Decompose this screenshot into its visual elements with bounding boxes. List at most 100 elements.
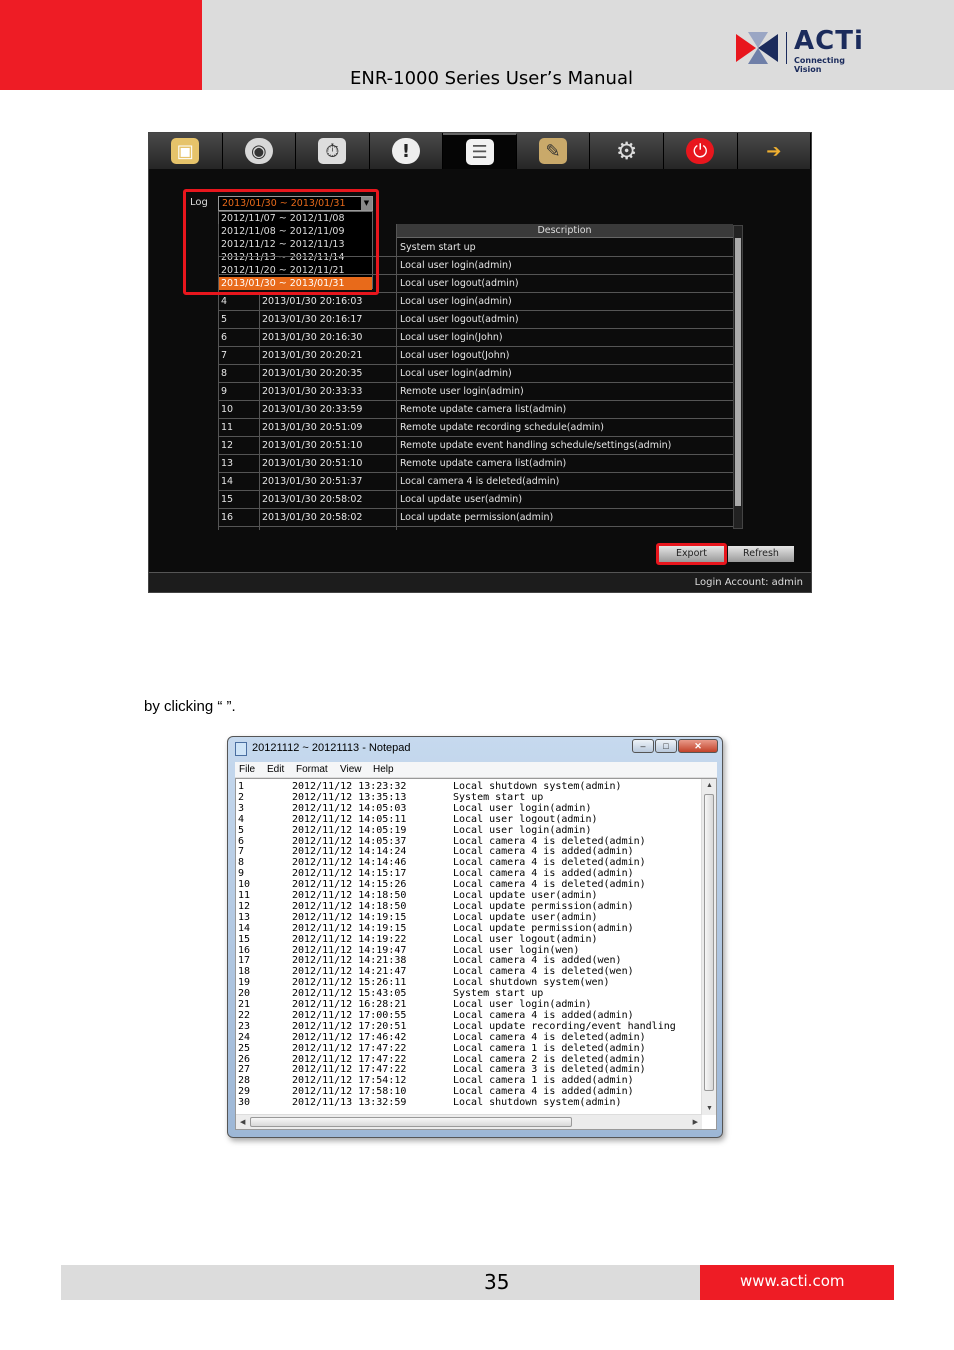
logo-separator [786,32,787,64]
minimize-button[interactable]: – [632,739,654,753]
line-time: 2012/11/12 14:14:46 [292,857,407,869]
tab-log[interactable]: ☰ [443,133,517,169]
vertical-scrollbar[interactable]: ▲ ▼ [701,779,716,1115]
menu-view[interactable]: View [340,764,362,775]
line-time: 2012/11/12 17:46:42 [292,1031,407,1043]
line-number: 13 [238,911,251,923]
scroll-thumb[interactable] [735,238,741,506]
scroll-down-icon[interactable]: ▼ [706,1105,713,1112]
row-time: 2013/01/30 20:16:17 [262,314,363,325]
table-divider [396,224,397,530]
logo-tagline: Connecting Vision [794,56,845,74]
row-description: Local user logout(admin) [400,314,519,325]
row-time: 2013/01/30 20:51:09 [262,422,363,433]
line-time: 2012/11/13 13:32:59 [292,1097,407,1109]
row-description: Remote user login(admin) [400,386,524,397]
playback-icon: ⏱ [318,138,347,164]
line-number: 5 [238,824,245,836]
line-text: Local camera 1 is added(admin) [453,1075,634,1087]
scroll-left-icon[interactable]: ◀ [240,1118,245,1126]
line-time: 2012/11/12 14:05:11 [292,813,407,825]
line-time: 2012/11/12 14:15:26 [292,879,407,891]
tab-logout[interactable]: ➔ [737,133,812,169]
line-time: 2012/11/12 14:14:24 [292,846,407,858]
tab-event[interactable]: ! [369,133,444,169]
scroll-thumb[interactable] [704,794,714,1091]
table-row: 13 2013/01/30 20:51:10 Remote update camer… [218,455,733,473]
line-number: 8 [238,857,245,869]
line-text: Local user login(wen) [453,944,580,956]
scroll-up-icon[interactable]: ▲ [706,782,713,789]
row-time: 2013/01/30 20:58:02 [262,512,363,523]
tab-power[interactable]: ⏻ [663,133,738,169]
description-header: Description [396,224,733,238]
row-number: 6 [221,332,228,343]
line-number: 23 [238,1020,251,1032]
line-number: 1 [238,781,245,792]
row-description: Local user logout(admin) [400,278,519,289]
line-number: 18 [238,966,251,978]
row-number: 15 [221,494,234,505]
line-time: 2012/11/12 14:05:03 [292,802,407,814]
scroll-right-icon[interactable]: ▶ [693,1118,698,1126]
tab-camera[interactable]: ◉ [222,133,297,169]
tab-monitor[interactable]: ▣ [149,133,223,169]
row-time: 2013/01/30 20:20:21 [262,350,363,361]
row-time: 2013/01/30 20:51:10 [262,440,363,451]
table-row: 14 2013/01/30 20:51:37 Local camera 4 is d… [218,473,733,491]
horizontal-scrollbar[interactable]: ◀ ▶ [236,1114,702,1129]
line-time: 2012/11/12 14:19:47 [292,944,407,956]
camera-icon: ◉ [244,138,273,164]
line-time: 2012/11/12 15:26:11 [292,977,407,989]
line-number: 28 [238,1075,251,1087]
acti-logo: ACTi Connecting Vision [734,26,874,74]
row-number: 8 [221,368,228,379]
line-text: Local camera 4 is deleted(admin) [453,835,646,847]
line-text: Local update permission(admin) [453,922,634,934]
line-time: 2012/11/12 14:19:15 [292,922,407,934]
line-number: 19 [238,977,251,989]
notepad-menubar: File Edit Format View Help [235,762,717,778]
menu-file[interactable]: File [239,764,255,775]
menu-help[interactable]: Help [373,764,394,775]
row-description: Remote update camera list(admin) [400,404,567,415]
close-button[interactable]: ✕ [678,739,718,753]
tab-playback[interactable]: ⏱ [296,133,370,169]
line-text: Local camera 3 is deleted(admin) [453,1064,646,1076]
row-number: 5 [221,314,228,325]
line-number: 15 [238,933,251,945]
acti-logo-icon [736,32,778,64]
line-time: 2012/11/12 17:00:55 [292,1009,407,1021]
row-number: 10 [221,404,234,415]
row-description: Local user logout(John) [400,350,510,361]
line-number: 22 [238,1009,251,1021]
line-text: Local camera 2 is deleted(admin) [453,1053,646,1065]
line-number: 12 [238,900,251,912]
tab-settings[interactable]: ⚙ [590,133,664,169]
scroll-thumb[interactable] [250,1117,572,1127]
monitor-icon: ▣ [171,138,200,164]
line-number: 2 [238,791,245,803]
line-number: 16 [238,944,251,956]
header-red-block [0,0,202,90]
line-number: 11 [238,890,251,901]
row-time: 2013/01/30 20:58:02 [262,494,363,505]
refresh-button[interactable]: Refresh [728,546,794,562]
row-description: System start up [400,242,476,253]
setup-icon: ✎ [539,138,568,164]
line-number: 29 [238,1086,251,1098]
row-number: 7 [221,350,228,361]
row-time: 2013/01/30 20:51:10 [262,458,363,469]
line-text: Local camera 4 is deleted(admin) [453,1031,646,1043]
line-text: Local user logout(admin) [453,933,598,945]
footer-url[interactable]: www.acti.com [740,1272,845,1290]
line-time: 2012/11/12 17:47:22 [292,1064,407,1076]
log-icon: ☰ [465,139,494,165]
menu-format[interactable]: Format [296,764,328,775]
menu-edit[interactable]: Edit [267,764,284,775]
tab-setup[interactable]: ✎ [516,133,591,169]
line-time: 2012/11/12 16:28:21 [292,999,407,1010]
log-scrollbar[interactable] [733,225,743,529]
notepad-text-area[interactable]: 1 2012/11/12 13:23:32 Local shutdown syste… [235,778,717,1130]
maximize-button[interactable]: □ [655,739,677,753]
